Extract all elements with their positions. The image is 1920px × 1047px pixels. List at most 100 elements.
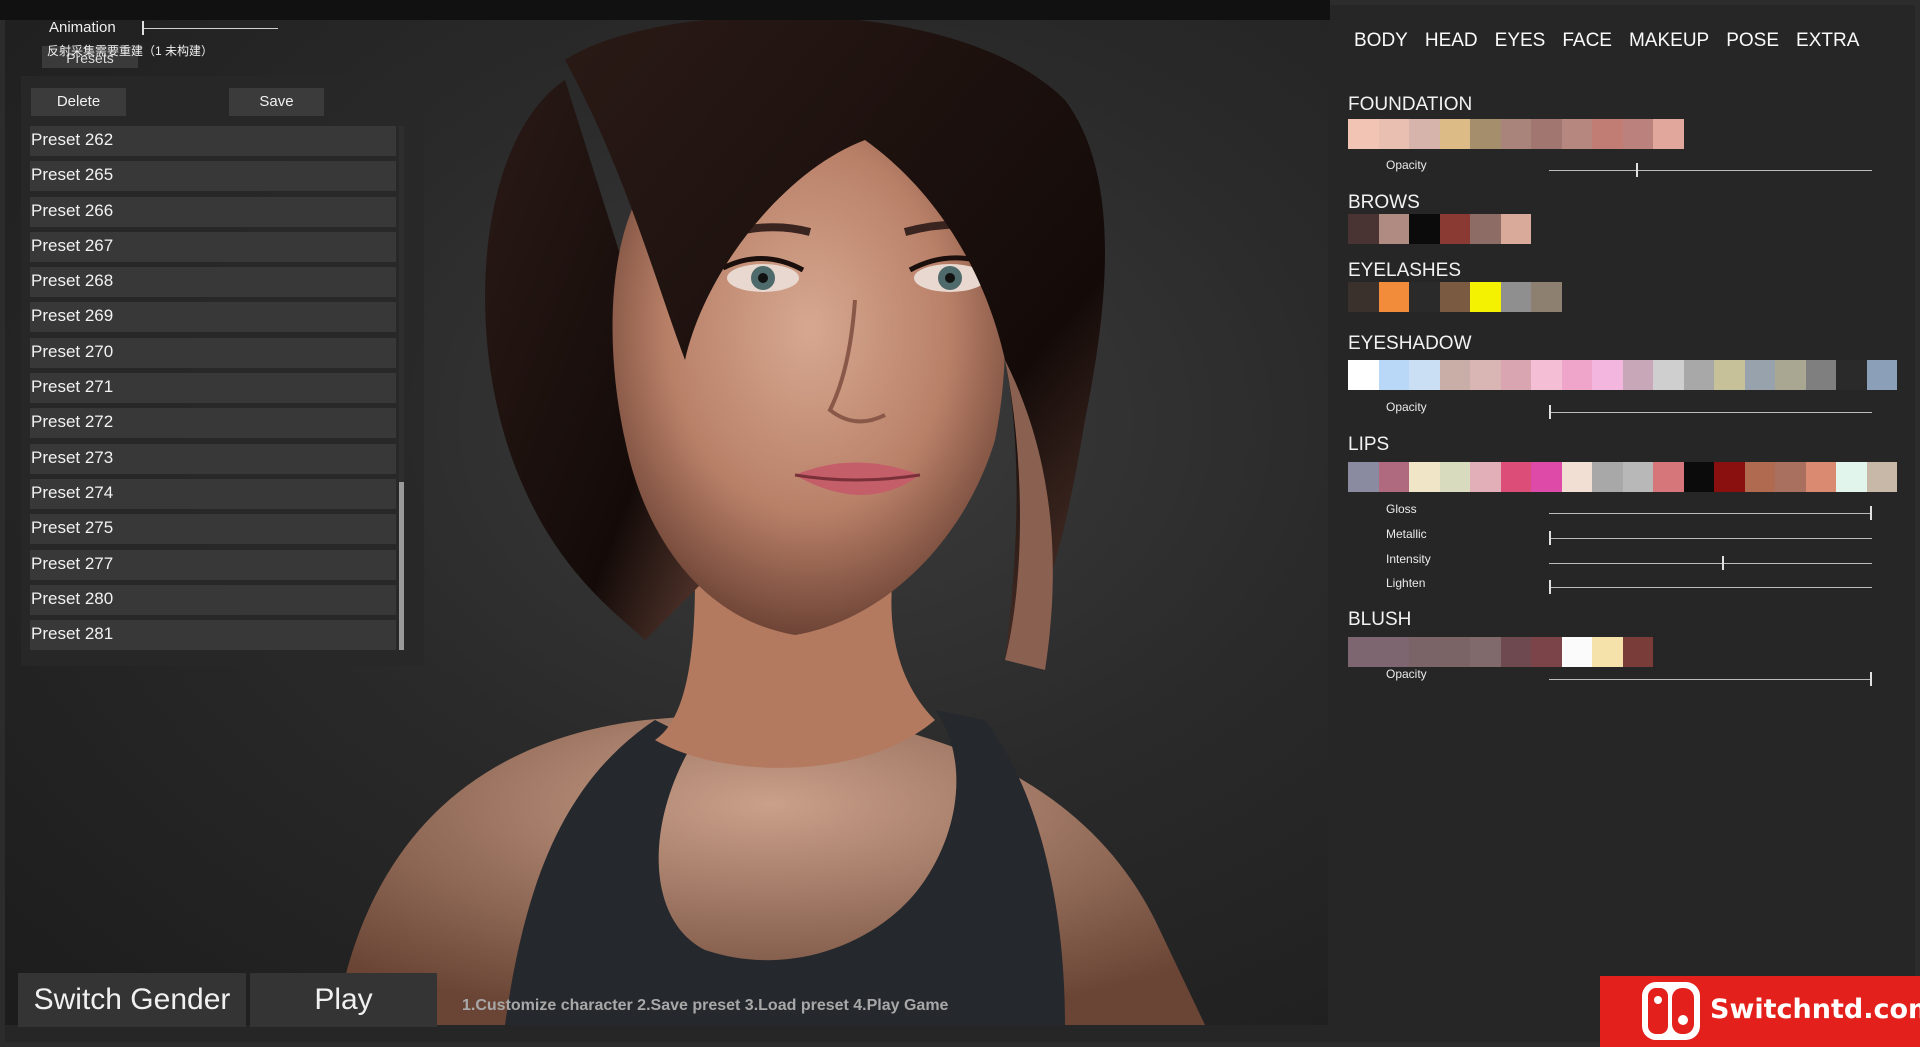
lips-intensity-thumb[interactable] [1722, 556, 1725, 570]
lips-gloss-thumb[interactable] [1870, 506, 1872, 520]
brows-color-swatch[interactable] [1500, 214, 1531, 244]
brows-color-swatch[interactable] [1348, 214, 1379, 244]
eyelashes-color-swatch[interactable] [1500, 282, 1531, 312]
lips-color-swatch[interactable] [1470, 462, 1501, 492]
blush-color-swatch[interactable] [1348, 637, 1379, 667]
preset-item[interactable]: Preset 270 [30, 337, 396, 368]
eyeshadow-color-swatch[interactable] [1775, 360, 1806, 390]
eyeshadow-color-swatch[interactable] [1500, 360, 1531, 390]
lips-color-swatch[interactable] [1714, 462, 1745, 492]
tab-face[interactable]: FACE [1562, 30, 1612, 52]
blush-color-swatch[interactable] [1409, 637, 1440, 667]
preset-item[interactable]: Preset 281 [30, 620, 396, 651]
lips-lighten-thumb[interactable] [1549, 580, 1551, 594]
eyeshadow-color-swatch[interactable] [1805, 360, 1836, 390]
eyeshadow-color-swatch[interactable] [1439, 360, 1470, 390]
preset-item[interactable]: Preset 275 [30, 514, 396, 545]
eyeshadow-color-swatch[interactable] [1470, 360, 1501, 390]
preset-item[interactable]: Preset 271 [30, 373, 396, 404]
tab-head[interactable]: HEAD [1425, 30, 1478, 52]
tab-extra[interactable]: EXTRA [1796, 30, 1859, 52]
lips-color-swatch[interactable] [1561, 462, 1592, 492]
foundation-color-swatch[interactable] [1592, 119, 1623, 149]
eyeshadow-color-swatch[interactable] [1561, 360, 1592, 390]
eyelashes-color-swatch[interactable] [1531, 282, 1562, 312]
eyelashes-color-swatch[interactable] [1409, 282, 1440, 312]
foundation-color-swatch[interactable] [1439, 119, 1470, 149]
lips-color-swatch[interactable] [1653, 462, 1684, 492]
blush-color-swatch[interactable] [1531, 637, 1562, 667]
foundation-color-swatch[interactable] [1622, 119, 1653, 149]
tab-pose[interactable]: POSE [1726, 30, 1779, 52]
lips-metallic-slider[interactable] [1549, 538, 1872, 539]
foundation-color-swatch[interactable] [1378, 119, 1409, 149]
eyelashes-color-swatch[interactable] [1378, 282, 1409, 312]
preset-item[interactable]: Preset 266 [30, 196, 396, 227]
lips-color-swatch[interactable] [1439, 462, 1470, 492]
blush-color-swatch[interactable] [1470, 637, 1501, 667]
lips-gloss-slider[interactable] [1549, 513, 1872, 514]
animation-slider[interactable] [142, 28, 278, 29]
preset-item[interactable]: Preset 273 [30, 443, 396, 474]
eyeshadow-color-swatch[interactable] [1653, 360, 1684, 390]
lips-color-swatch[interactable] [1531, 462, 1562, 492]
delete-button[interactable]: Delete [31, 88, 126, 116]
foundation-color-swatch[interactable] [1531, 119, 1562, 149]
eyeshadow-color-swatch[interactable] [1714, 360, 1745, 390]
eyelashes-color-swatch[interactable] [1470, 282, 1501, 312]
preset-item[interactable]: Preset 268 [30, 267, 396, 298]
preset-item[interactable]: Preset 277 [30, 549, 396, 580]
preset-scrollbar-thumb[interactable] [399, 482, 404, 650]
blush-opacity-thumb[interactable] [1870, 672, 1872, 686]
lips-color-swatch[interactable] [1592, 462, 1623, 492]
eyeshadow-color-swatch[interactable] [1866, 360, 1897, 390]
eyeshadow-color-swatch[interactable] [1409, 360, 1440, 390]
lips-color-swatch[interactable] [1622, 462, 1653, 492]
lips-intensity-slider[interactable] [1549, 563, 1872, 564]
brows-color-swatch[interactable] [1439, 214, 1470, 244]
lips-color-swatch[interactable] [1348, 462, 1379, 492]
tab-makeup[interactable]: MAKEUP [1629, 30, 1709, 52]
lips-color-swatch[interactable] [1683, 462, 1714, 492]
eyelashes-color-swatch[interactable] [1348, 282, 1379, 312]
blush-color-swatch[interactable] [1592, 637, 1623, 667]
lips-color-swatch[interactable] [1378, 462, 1409, 492]
blush-color-swatch[interactable] [1439, 637, 1470, 667]
lips-color-swatch[interactable] [1775, 462, 1806, 492]
lips-color-swatch[interactable] [1836, 462, 1867, 492]
lips-color-swatch[interactable] [1866, 462, 1897, 492]
blush-color-swatch[interactable] [1378, 637, 1409, 667]
save-button[interactable]: Save [229, 88, 324, 116]
brows-color-swatch[interactable] [1378, 214, 1409, 244]
foundation-color-swatch[interactable] [1500, 119, 1531, 149]
eyeshadow-opacity-slider[interactable] [1549, 412, 1872, 413]
lips-color-swatch[interactable] [1409, 462, 1440, 492]
eyeshadow-color-swatch[interactable] [1592, 360, 1623, 390]
foundation-opacity-thumb[interactable] [1635, 163, 1638, 177]
eyeshadow-color-swatch[interactable] [1378, 360, 1409, 390]
blush-color-swatch[interactable] [1561, 637, 1592, 667]
foundation-color-swatch[interactable] [1561, 119, 1592, 149]
eyeshadow-color-swatch[interactable] [1348, 360, 1379, 390]
lips-metallic-thumb[interactable] [1549, 531, 1551, 545]
lips-lighten-slider[interactable] [1549, 587, 1872, 588]
blush-opacity-slider[interactable] [1549, 679, 1872, 680]
lips-color-swatch[interactable] [1500, 462, 1531, 492]
tab-body[interactable]: BODY [1354, 30, 1408, 52]
eyeshadow-color-swatch[interactable] [1531, 360, 1562, 390]
lips-color-swatch[interactable] [1744, 462, 1775, 492]
foundation-color-swatch[interactable] [1409, 119, 1440, 149]
eyeshadow-color-swatch[interactable] [1744, 360, 1775, 390]
brows-color-swatch[interactable] [1470, 214, 1501, 244]
animation-slider-thumb[interactable] [142, 21, 144, 35]
foundation-color-swatch[interactable] [1653, 119, 1684, 149]
preset-item[interactable]: Preset 272 [30, 408, 396, 439]
preset-item[interactable]: Preset 262 [30, 126, 396, 156]
blush-color-swatch[interactable] [1500, 637, 1531, 667]
eyeshadow-color-swatch[interactable] [1683, 360, 1714, 390]
lips-color-swatch[interactable] [1805, 462, 1836, 492]
preset-item[interactable]: Preset 269 [30, 302, 396, 333]
eyeshadow-opacity-thumb[interactable] [1549, 405, 1551, 419]
foundation-color-swatch[interactable] [1470, 119, 1501, 149]
preset-item[interactable]: Preset 265 [30, 161, 396, 192]
